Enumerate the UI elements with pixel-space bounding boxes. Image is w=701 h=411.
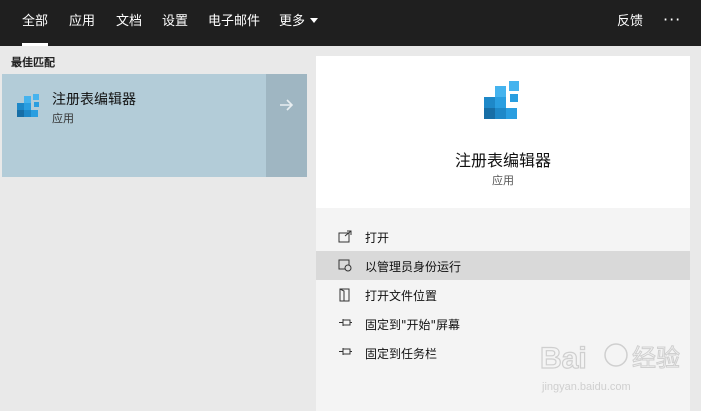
baidu-jingyan-watermark: Bai 经验 jingyan.baidu.com — [536, 330, 696, 400]
action-label: 打开文件位置 — [365, 289, 438, 303]
results-pane: 最佳匹配 注册表编辑器 应用 — [0, 46, 309, 411]
more-options-button[interactable]: ··· — [663, 0, 681, 46]
result-app-type: 应用 — [52, 112, 74, 125]
tab-more-label: 更多 — [279, 14, 306, 29]
pin-icon — [339, 348, 352, 355]
chevron-down-icon — [310, 18, 319, 23]
arrow-right-icon — [280, 99, 294, 111]
expand-details-button[interactable] — [266, 74, 307, 177]
svg-text:经验: 经验 — [632, 345, 680, 372]
baidu-logo: Bai 经验 jingyan.baidu.com — [539, 341, 680, 393]
tab-all[interactable]: 全部 — [22, 0, 49, 46]
registry-editor-icon — [484, 81, 519, 119]
best-match-open-area[interactable]: 注册表编辑器 应用 — [2, 74, 266, 177]
best-match-result[interactable]: 注册表编辑器 应用 — [2, 74, 307, 177]
watermark-url: jingyan.baidu.com — [541, 381, 631, 393]
tab-documents[interactable]: 文档 — [116, 0, 142, 46]
search-filter-bar: 全部 应用 文档 设置 电子邮件 更多 反馈 ··· — [0, 0, 701, 46]
action-open[interactable]: 打开 — [316, 222, 690, 251]
action-label: 固定到任务栏 — [365, 347, 438, 361]
tab-settings[interactable]: 设置 — [162, 0, 188, 46]
tab-email[interactable]: 电子邮件 — [208, 0, 260, 46]
tab-more[interactable]: 更多 — [279, 0, 319, 46]
detail-app-type: 应用 — [492, 174, 514, 187]
detail-app-name: 注册表编辑器 — [454, 151, 551, 170]
feedback-button[interactable]: 反馈 — [617, 0, 643, 46]
action-label: 打开 — [365, 231, 390, 245]
action-label: 固定到"开始"屏幕 — [365, 318, 461, 332]
best-match-heading: 最佳匹配 — [11, 56, 55, 69]
open-icon — [338, 230, 352, 243]
action-run-as-admin[interactable]: 以管理员身份运行 — [316, 251, 690, 280]
registry-editor-icon — [17, 94, 39, 117]
svg-text:Bai: Bai — [540, 342, 587, 375]
tab-apps[interactable]: 应用 — [69, 0, 95, 46]
action-label: 以管理员身份运行 — [365, 260, 462, 274]
admin-run-icon — [338, 259, 352, 272]
pin-icon — [339, 319, 352, 326]
file-location-icon — [339, 288, 350, 302]
app-detail-card: 注册表编辑器 应用 — [316, 56, 690, 208]
action-open-file-location[interactable]: 打开文件位置 — [316, 280, 690, 309]
result-app-name: 注册表编辑器 — [52, 92, 136, 108]
